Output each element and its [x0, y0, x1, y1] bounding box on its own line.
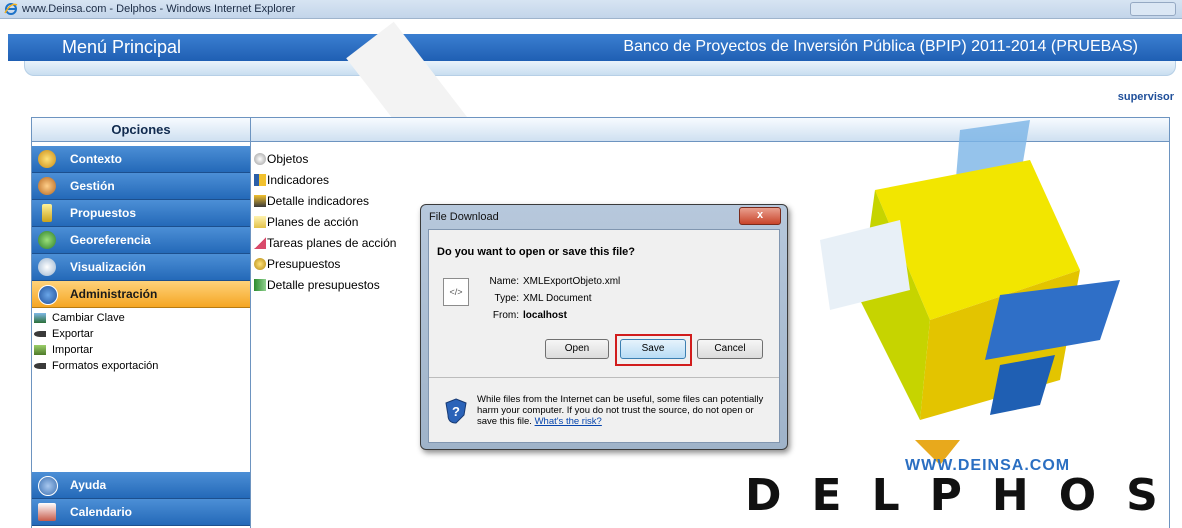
import-icon	[34, 345, 46, 355]
sidebar-item-gestion[interactable]: Gestión	[32, 173, 250, 200]
content-item-label: Objetos	[267, 152, 309, 166]
dialog-question: Do you want to open or save this file?	[437, 246, 636, 258]
submenu-item-label: Formatos exportación	[52, 360, 159, 372]
sidebar-item-visualizacion[interactable]: Visualización	[32, 254, 250, 281]
submenu-item-label: Importar	[52, 344, 93, 356]
file-from-row: From: localhost	[473, 310, 567, 321]
content-item-label: Detalle indicadores	[267, 194, 370, 208]
dialog-close-button[interactable]: x	[739, 207, 781, 225]
submenu-item-exportar[interactable]: Exportar	[32, 326, 250, 342]
submenu-item-importar[interactable]: Importar	[32, 342, 250, 358]
dialog-separator	[429, 377, 779, 378]
security-warning: While files from the Internet can be use…	[477, 394, 767, 427]
options-heading: Opciones	[32, 118, 251, 142]
file-type-row: Type: XML Document	[473, 293, 592, 304]
arrow-icon	[34, 331, 46, 337]
menu-title: Menú Principal	[62, 37, 182, 57]
open-button[interactable]: Open	[545, 339, 609, 359]
internet-explorer-icon	[4, 3, 18, 15]
sidebar-item-contexto[interactable]: Contexto	[32, 146, 250, 173]
key-user-icon	[34, 313, 46, 323]
tools-icon	[38, 150, 56, 168]
sidebar-item-label: Georeferencia	[70, 233, 151, 247]
save-button[interactable]: Save	[620, 339, 686, 359]
indicator-icon	[254, 174, 266, 186]
file-name-row: Name: XMLExportObjeto.xml	[473, 276, 621, 287]
sidebar: Contexto Gestión Propuestos Georeferenci…	[32, 142, 251, 528]
file-type-value: XML Document	[523, 293, 592, 304]
security-shield-icon: ?	[445, 398, 467, 424]
content-item-label: Indicadores	[267, 173, 330, 187]
content-item-label: Planes de acción	[267, 215, 359, 229]
budget-detail-icon	[254, 279, 266, 291]
logo-brand-text: DELPHOS	[745, 470, 1182, 521]
file-from-label: From:	[492, 310, 519, 321]
detail-indicator-icon	[254, 195, 266, 207]
sidebar-item-label: Administración	[70, 287, 158, 301]
user-name-link[interactable]: supervisor	[1118, 91, 1174, 103]
arrow-icon	[34, 363, 46, 369]
file-download-dialog: File Download x Do you want to open or s…	[420, 204, 788, 450]
submenu-item-label: Exportar	[52, 328, 94, 340]
submenu-item-label: Cambiar Clave	[52, 312, 125, 324]
sidebar-item-ayuda[interactable]: Ayuda	[32, 472, 250, 499]
cancel-button[interactable]: Cancel	[697, 339, 763, 359]
content-item-label: Presupuestos	[267, 257, 341, 271]
file-name-value: XMLExportObjeto.xml	[523, 276, 621, 287]
whats-the-risk-link[interactable]: What's the risk?	[535, 416, 602, 427]
submenu-item-cambiar-clave[interactable]: Cambiar Clave	[32, 310, 250, 326]
sidebar-item-georeferencia[interactable]: Georeferencia	[32, 227, 250, 254]
globe-icon	[38, 231, 56, 249]
warning-text: While files from the Internet can be use…	[477, 394, 764, 427]
content-item-label: Tareas planes de acción	[267, 236, 397, 250]
dialog-body: Do you want to open or save this file? <…	[428, 229, 780, 443]
app-title: Banco de Proyectos de Inversión Pública …	[623, 38, 1138, 55]
submenu-item-formatos-exportacion[interactable]: Formatos exportación	[32, 358, 250, 374]
svg-text:?: ?	[452, 404, 460, 419]
calendar-icon	[38, 503, 56, 521]
sidebar-item-label: Contexto	[70, 152, 122, 166]
budget-icon	[254, 258, 266, 270]
sidebar-item-label: Visualización	[70, 260, 146, 274]
help-icon	[38, 476, 58, 496]
people-icon	[38, 177, 56, 195]
file-name-label: Name:	[489, 276, 519, 287]
document-icon	[42, 204, 52, 222]
dialog-title: File Download	[429, 211, 499, 223]
circle-icon	[254, 153, 266, 165]
file-from-value: localhost	[523, 310, 567, 321]
sidebar-item-label: Gestión	[70, 179, 115, 193]
sidebar-item-label: Calendario	[70, 505, 133, 519]
sidebar-item-label: Ayuda	[70, 478, 107, 492]
xml-file-icon: </>	[443, 278, 469, 306]
file-type-label: Type:	[494, 293, 519, 304]
sidebar-item-propuestos[interactable]: Propuestos	[32, 200, 250, 227]
content-item-label: Detalle presupuestos	[267, 278, 380, 292]
plan-icon	[254, 216, 266, 228]
window-controls[interactable]	[1130, 2, 1176, 16]
sidebar-item-calendario[interactable]: Calendario	[32, 499, 250, 526]
sidebar-item-administracion[interactable]: Administración	[32, 281, 250, 308]
sidebar-item-label: Propuestos	[70, 206, 137, 220]
magnifier-icon	[38, 258, 56, 276]
task-icon	[254, 237, 266, 249]
lock-icon	[38, 285, 58, 305]
